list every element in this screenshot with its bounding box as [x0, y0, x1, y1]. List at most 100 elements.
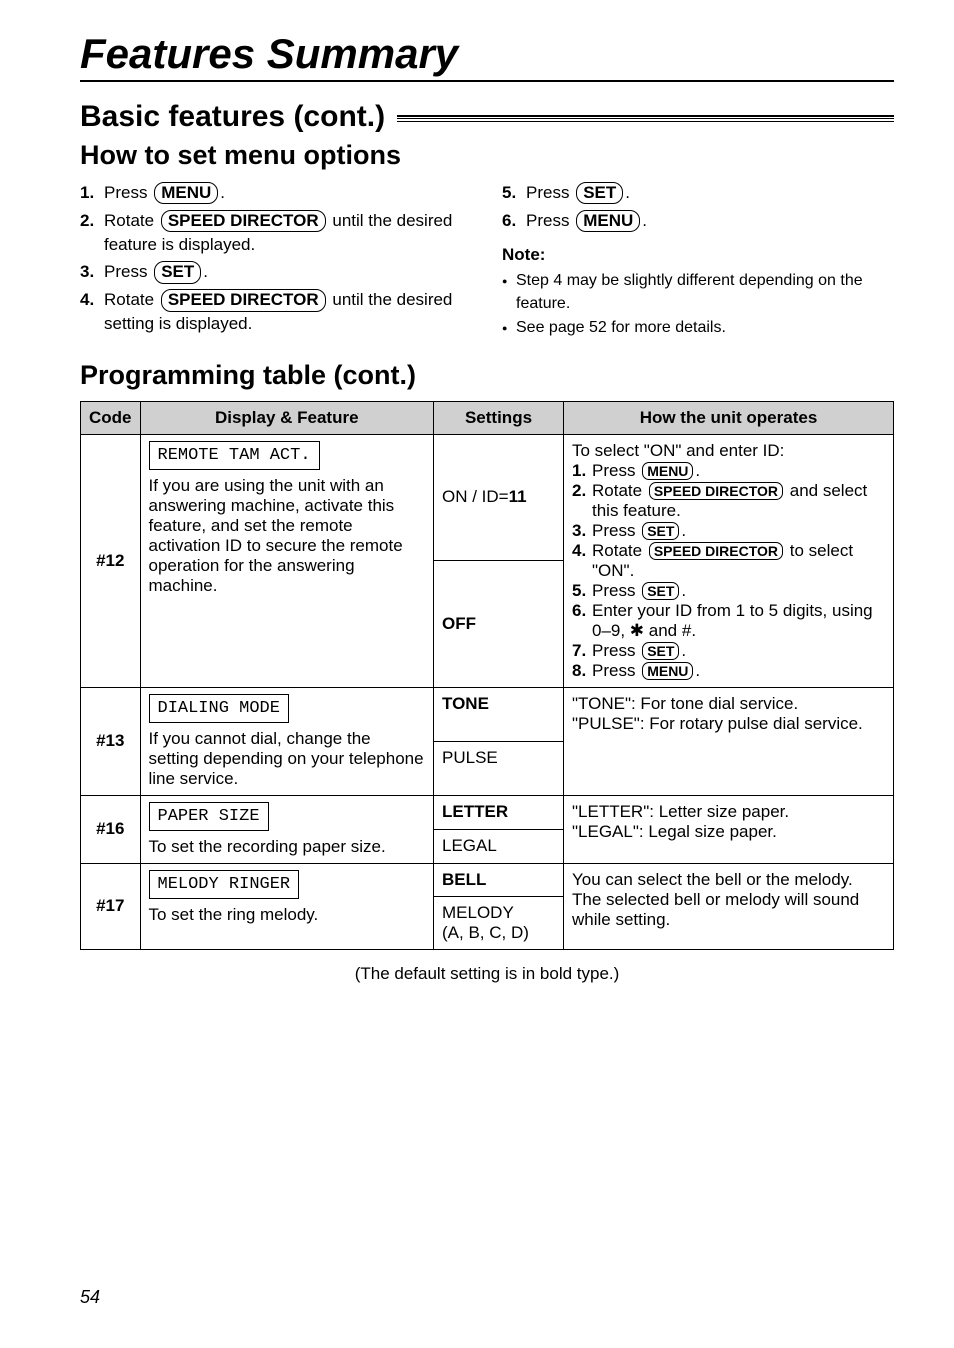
step-text: Press MENU.: [104, 181, 225, 205]
step-num: 4.: [80, 288, 104, 336]
step-post: .: [203, 262, 208, 281]
step-5: 5. Press SET.: [502, 181, 894, 205]
step-num: 2.: [80, 209, 104, 257]
op-text: Rotate: [592, 541, 647, 560]
feature-text: To set the recording paper size.: [149, 837, 426, 857]
step-pre: Press: [104, 262, 152, 281]
step-num: 6.: [502, 209, 526, 233]
op-step: 1.Press MENU.: [572, 461, 885, 481]
display-box: PAPER SIZE: [149, 802, 269, 831]
section-heading-row: Basic features (cont.): [80, 100, 894, 134]
feature-cell: MELODY RINGER To set the ring melody.: [140, 863, 434, 949]
step-2: 2. Rotate SPEED DIRECTOR until the desir…: [80, 209, 472, 257]
code-cell: #17: [81, 863, 141, 949]
set-key: SET: [154, 261, 201, 283]
op-step: 2.Rotate SPEED DIRECTOR and select this …: [572, 481, 885, 521]
op-text: Rotate: [592, 481, 647, 500]
operates-cell: "LETTER": Letter size paper. "LEGAL": Le…: [564, 795, 894, 863]
display-box: DIALING MODE: [149, 694, 289, 723]
step-num: 5.: [502, 181, 526, 205]
menu-key: MENU: [576, 210, 640, 232]
setting-bold: 11: [509, 487, 527, 506]
settings-cell: ON / ID=11: [434, 434, 564, 561]
code-cell: #12: [81, 434, 141, 687]
op-post: .: [681, 581, 686, 600]
set-key: SET: [642, 522, 679, 541]
code-cell: #16: [81, 795, 141, 863]
code-cell: #13: [81, 687, 141, 795]
step-6: 6. Press MENU.: [502, 209, 894, 233]
feature-cell: DIALING MODE If you cannot dial, change …: [140, 687, 434, 795]
step-pre: Press: [104, 183, 152, 202]
table-row: #12 REMOTE TAM ACT. If you are using the…: [81, 434, 894, 561]
op-num: 2.: [572, 481, 592, 521]
op-post: .: [695, 661, 700, 680]
step-pre: Rotate: [104, 290, 159, 309]
set-key: SET: [576, 182, 623, 204]
op-step: 3.Press SET.: [572, 521, 885, 541]
op-num: 3.: [572, 521, 592, 541]
speed-director-key: SPEED DIRECTOR: [649, 482, 783, 501]
step-num: 1.: [80, 181, 104, 205]
page-number: 54: [80, 1287, 100, 1308]
menu-key: MENU: [642, 462, 693, 481]
settings-cell: MELODY (A, B, C, D): [434, 896, 564, 949]
steps-columns: 1. Press MENU. 2. Rotate SPEED DIRECTOR …: [80, 181, 894, 342]
op-num: 4.: [572, 541, 592, 581]
display-box: MELODY RINGER: [149, 870, 300, 899]
section-heading: Basic features (cont.): [80, 100, 397, 134]
step-post: .: [625, 183, 630, 202]
op-intro: To select "ON" and enter ID:: [572, 441, 885, 461]
step-1: 1. Press MENU.: [80, 181, 472, 205]
step-num: 3.: [80, 260, 104, 284]
set-key: SET: [642, 582, 679, 601]
step-4: 4. Rotate SPEED DIRECTOR until the desir…: [80, 288, 472, 336]
op-text: Press: [592, 641, 640, 660]
op-post: .: [681, 641, 686, 660]
table-row: #13 DIALING MODE If you cannot dial, cha…: [81, 687, 894, 741]
settings-cell: PULSE: [434, 741, 564, 795]
table-row: #17 MELODY RINGER To set the ring melody…: [81, 863, 894, 896]
op-step: 6.Enter your ID from 1 to 5 digits, usin…: [572, 601, 885, 641]
programming-table: Code Display & Feature Settings How the …: [80, 401, 894, 950]
menu-key: MENU: [642, 662, 693, 681]
step-text: Rotate SPEED DIRECTOR until the desired …: [104, 209, 472, 257]
step-post: .: [642, 211, 647, 230]
speed-director-key: SPEED DIRECTOR: [161, 210, 326, 232]
table-row: #16 PAPER SIZE To set the recording pape…: [81, 795, 894, 829]
settings-cell: LETTER: [434, 795, 564, 829]
note-heading: Note:: [502, 243, 894, 267]
speed-director-key: SPEED DIRECTOR: [649, 542, 783, 561]
menu-key: MENU: [154, 182, 218, 204]
note-list: Step 4 may be slightly different dependi…: [502, 270, 894, 339]
feature-cell: PAPER SIZE To set the recording paper si…: [140, 795, 434, 863]
op-step: 4.Rotate SPEED DIRECTOR to select "ON".: [572, 541, 885, 581]
op-num: 6.: [572, 601, 592, 641]
th-settings: Settings: [434, 401, 564, 434]
programming-table-heading: Programming table (cont.): [80, 360, 894, 391]
th-operates: How the unit operates: [564, 401, 894, 434]
default-note: (The default setting is in bold type.): [80, 964, 894, 984]
display-box: REMOTE TAM ACT.: [149, 441, 320, 470]
feature-text: To set the ring melody.: [149, 905, 426, 925]
op-num: 5.: [572, 581, 592, 601]
op-post: .: [681, 521, 686, 540]
steps-left-col: 1. Press MENU. 2. Rotate SPEED DIRECTOR …: [80, 181, 472, 342]
settings-cell: BELL: [434, 863, 564, 896]
title-underline: [80, 80, 894, 82]
operates-cell: You can select the bell or the melody. T…: [564, 863, 894, 949]
op-text: Press: [592, 661, 640, 680]
step-text: Press MENU.: [526, 209, 647, 233]
op-text: Press: [592, 581, 640, 600]
th-code: Code: [81, 401, 141, 434]
setting-pre: ON / ID=: [442, 487, 509, 506]
feature-text: If you are using the unit with an answer…: [149, 476, 426, 596]
op-num: 7.: [572, 641, 592, 661]
set-key: SET: [642, 642, 679, 661]
step-text: Press SET.: [526, 181, 630, 205]
note-item: Step 4 may be slightly different dependi…: [502, 270, 894, 315]
op-num: 8.: [572, 661, 592, 681]
subsection-heading: How to set menu options: [80, 140, 894, 171]
op-text: Enter your ID from 1 to 5 digits, using …: [592, 601, 873, 640]
feature-cell: REMOTE TAM ACT. If you are using the uni…: [140, 434, 434, 687]
